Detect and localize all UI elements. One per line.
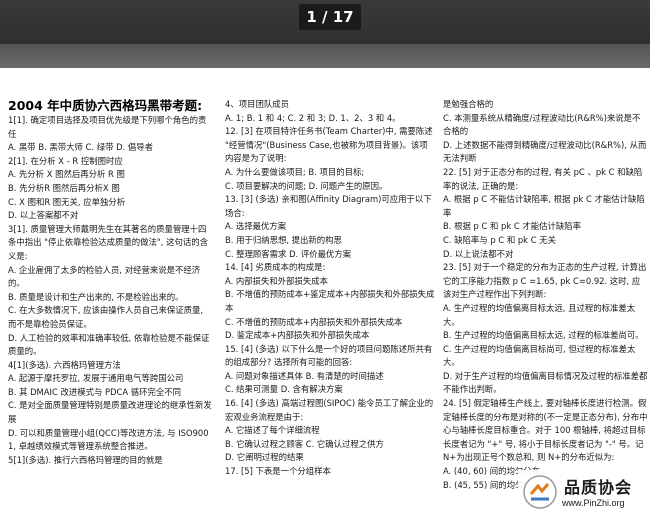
question-line: A. 它描述了每个详细流程 (225, 425, 320, 436)
question-line: C. 缺陷率与 p C 和 pk C 无关 (443, 234, 556, 245)
column-1: 2004 年中质协六西格玛黑带考题: 1[1]. 确定项目选择及项目优先级是下列… (8, 98, 213, 467)
question-line: D. 可以和质量管理小组(QCC)等改进方法, 与 ISO9001, 卓越绩效模… (8, 427, 209, 452)
question-line: B. 其 DMAIC 改进模式与 PDCA 循环完全不同 (8, 386, 182, 397)
question-line: C. 是对全面质量管理特别是质量改进理论的继承性新发展 (8, 400, 212, 425)
question-line: A. 1; B. 1 和 4; C. 2 和 3; D. 1、2、3 和 4。 (225, 112, 401, 123)
column-2: 4、项目团队成员 A. 1; B. 1 和 4; C. 2 和 3; D. 1、2… (225, 98, 435, 479)
question-line: D. 以上答案都不对 (8, 210, 79, 221)
question-line: A. 生产过程的均值偏离目标太远, 且过程的标准差太大。 (443, 302, 636, 327)
question-line: 15. [4] (多选) 以下什么是一个好的项目问题陈述所共有的组成部分? 选择… (225, 343, 433, 368)
question-line: 2[1]. 在分析 X - R 控制图时应 (8, 155, 123, 166)
question-line: 14. [4] 劣质成本的构成是: (225, 262, 326, 273)
question-line: C. 结果可测量 D. 含有解决方案 (225, 384, 343, 395)
question-line: B. 质量是设计和生产出来的, 不是检验出来的。 (8, 291, 184, 302)
site-watermark: 品质协会 www.PinZhi.org (518, 470, 650, 517)
question-line: 16. [4] (多选) 高端过程图(SIPOC) 能令员工了解企业的宏观业务流… (225, 398, 434, 422)
question-line: 22. [5] 对于正态分布的过程, 有关 pC 、pk C 和缺陷率的说法, … (443, 166, 643, 191)
question-line: A. 选择最优方案 (225, 221, 287, 232)
document-page: 2004 年中质协六西格玛黑带考题: 1[1]. 确定项目选择及项目优先级是下列… (0, 68, 650, 517)
viewer-gutter (0, 44, 650, 68)
question-line: 1[1]. 确定项目选择及项目优先级是下列哪个角色的责任 (8, 115, 207, 139)
question-line: 4[1](多选). 六西格玛管理方法 (8, 359, 121, 370)
question-line: C. 不增值的预防成本+内部损失和外部损失成本 (225, 316, 403, 327)
question-line: 是勉强合格的 (443, 99, 494, 109)
question-line: D. 它阐明过程的结果 (225, 452, 304, 463)
question-line: D. 人工检验的效率和准确率较低, 依靠检验是不能保证质量的。 (8, 332, 210, 357)
question-line: 17. [5] 下表是一个分组样本 (225, 466, 331, 477)
question-line: D. 以上说法都不对 (443, 248, 514, 259)
question-line: A. 起源于摩托罗拉, 发展于通用电气等跨国公司 (8, 373, 184, 384)
question-line: C. 生产过程的均值偏离目标尚可, 但过程的标准差太大。 (443, 343, 636, 368)
question-line: 24. [5] 假定轴棒生产线上, 要对轴棒长度进行检测。假定轴棒长度的分布是对… (443, 398, 648, 463)
viewer-toolbar: 1 / 17 (0, 0, 650, 44)
question-line: A. 为什么要做该项目; B. 项目的目标; (225, 166, 365, 177)
question-line: A. 先分析 X 图然后再分析 R 图 (8, 169, 125, 180)
question-line: C. 本测量系统从精确度/过程波动比(R&R%)来说是不合格的 (443, 112, 641, 137)
question-line: A. 企业雇佣了太多的检验人员, 对经营来说是不经济的。 (8, 264, 201, 289)
question-line: 3[1]. 质量管理大师戴明先生在其著名的质量管理十四条中指出 "停止依靠检验达… (8, 223, 208, 261)
question-line: C. X 图和R 图无关, 应单独分析 (8, 196, 126, 207)
question-line: B. 不增值的预防成本+鉴定成本+内部损失和外部损失成本 (225, 289, 435, 313)
question-line: B. 先分析R 图然后再分析X 图 (8, 182, 120, 193)
question-line: A. 根据 p C 不能估计缺陷率, 根据 pk C 才能估计缺陷率 (443, 194, 645, 218)
column-3: 是勉强合格的 C. 本测量系统从精确度/过程波动比(R&R%)来说是不合格的 D. … (443, 98, 648, 492)
question-line: D. 对于生产过程的均值偏离目标情况及过程的标准差都不能作出判断。 (443, 370, 648, 395)
question-line: A. 内部损失和外部损失成本 (225, 275, 329, 286)
question-line: B. 用于归纳思想, 提出新的构思 (225, 234, 342, 245)
question-line: 4、项目团队成员 (225, 99, 289, 109)
question-line: C. 整理顾客需求 D. 评价最优方案 (225, 248, 352, 259)
question-line: B. 生产过程的均值偏离目标太远, 过程的标准差尚可。 (443, 330, 644, 341)
document-title: 2004 年中质协六西格玛黑带考题: (8, 98, 203, 113)
question-line: 23. [5] 对于一个稳定的分布为正态的生产过程, 计算出它的工序能力指数 p… (443, 262, 647, 300)
question-line: D. 鉴定成本+内部损失和外部损失成本 (225, 330, 370, 341)
question-line: A. 问题对象描述具体 B. 有清楚的时间描述 (225, 370, 384, 381)
question-line: C. 在大多数情况下, 应该由操作人员自己来保证质量, 而不是靠检验员保证。 (8, 305, 204, 329)
question-line: 12. [3] 在项目特许任务书(Team Charter)中, 需要陈述 "经… (225, 126, 433, 164)
quality-logo-icon (523, 475, 557, 509)
question-line: B. 根据 p C 和 pk C 才能估计缺陷率 (443, 221, 581, 232)
question-line: 5[1](多选). 推行六西格玛管理的目的就是 (8, 454, 163, 465)
question-line: 13. [3] (多选) 亲和图(Affinity Diagram)可应用于以下… (225, 194, 432, 218)
page-indicator[interactable]: 1 / 17 (299, 4, 361, 30)
question-line: B. 它确认过程之顾客 C. 它确认过程之供方 (225, 438, 384, 449)
question-line: D. 上述数据不能得到精确度/过程波动比(R&R%), 从而无法判断 (443, 139, 647, 164)
watermark-name: 品质协会 (564, 478, 633, 497)
question-line: A. 黑带 B. 黑带大师 C. 绿带 D. 倡导者 (8, 142, 154, 153)
question-line: C. 项目要解决的问题; D. 问题产生的原因。 (225, 180, 388, 191)
watermark-url: www.PinZhi.org (562, 498, 625, 508)
